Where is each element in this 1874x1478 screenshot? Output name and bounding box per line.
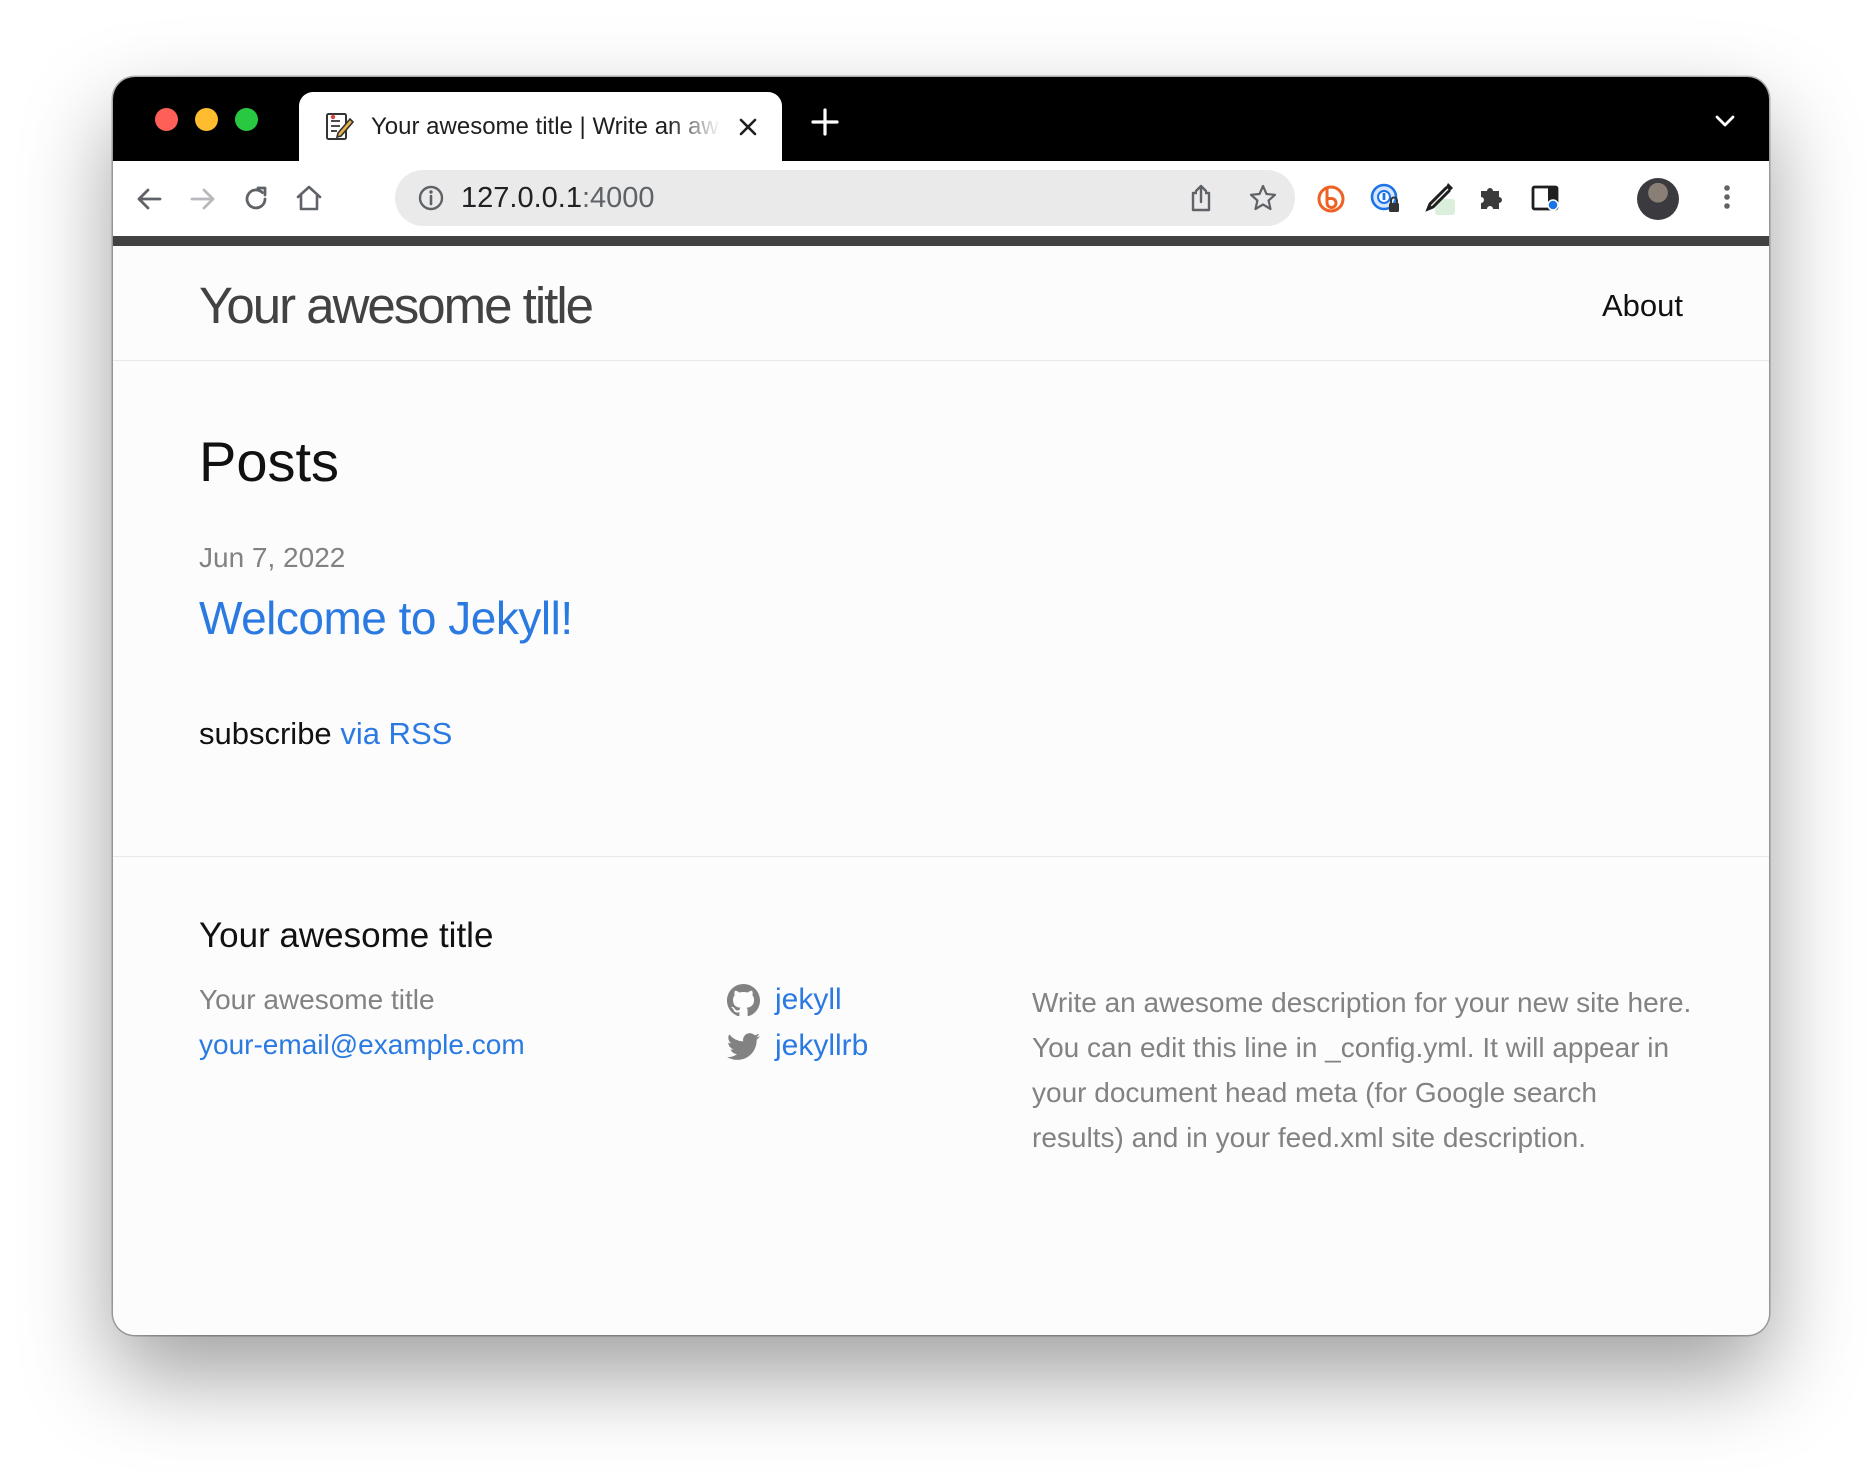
nav-about-link[interactable]: About — [1602, 286, 1683, 326]
minimize-window-button[interactable] — [195, 108, 218, 131]
home-icon[interactable] — [293, 182, 325, 214]
chevron-down-icon[interactable] — [1714, 114, 1736, 128]
site-info-icon[interactable] — [417, 184, 445, 212]
profile-avatar[interactable] — [1637, 178, 1679, 220]
side-panel-icon[interactable] — [1529, 182, 1561, 214]
subscribe-text: subscribe — [199, 716, 332, 751]
tab-strip: Your awesome title | Write an awesome de… — [113, 77, 1769, 161]
bitly-extension-icon[interactable] — [1315, 182, 1347, 214]
more-menu-icon[interactable] — [1711, 181, 1743, 213]
close-window-button[interactable] — [155, 108, 178, 131]
post-date: Jun 7, 2022 — [199, 542, 346, 573]
post-title-link[interactable]: Welcome to Jekyll! — [199, 590, 573, 646]
close-tab-icon[interactable] — [736, 115, 760, 139]
browser-window: Your awesome title | Write an awesome de… — [113, 77, 1769, 1335]
address-bar[interactable]: 127.0.0.1:4000 — [395, 170, 1295, 226]
active-tab[interactable]: Your awesome title | Write an awesome de… — [299, 92, 782, 161]
url-text[interactable]: 127.0.0.1:4000 — [461, 180, 655, 216]
back-arrow-icon[interactable] — [133, 183, 165, 215]
site-title-link[interactable]: Your awesome title — [199, 274, 594, 338]
bookmark-star-icon[interactable] — [1248, 183, 1278, 213]
footer-site-name: Your awesome title — [199, 984, 435, 1015]
site-description: Write an awesome description for your ne… — [1032, 987, 1692, 1153]
twitter-link[interactable]: jekyllrb — [727, 1026, 868, 1066]
twitter-username: jekyllrb — [775, 1029, 869, 1062]
share-icon[interactable] — [1186, 183, 1216, 213]
rss-link[interactable]: via RSS — [340, 716, 452, 751]
posts-heading: Posts — [199, 430, 340, 493]
twitter-icon — [727, 1032, 760, 1060]
reload-icon[interactable] — [240, 183, 272, 215]
github-icon — [727, 983, 760, 1016]
new-tab-plus-icon[interactable] — [810, 107, 840, 137]
zoom-window-button[interactable] — [235, 108, 258, 131]
password-manager-icon[interactable] — [1369, 182, 1401, 214]
forward-arrow-icon[interactable] — [187, 183, 219, 215]
footer-heading: Your awesome title — [199, 916, 494, 955]
site-header-top-border — [113, 236, 1769, 246]
browser-toolbar: 127.0.0.1:4000 — [113, 161, 1769, 236]
footer-email-link[interactable]: your-email@example.com — [199, 1025, 525, 1065]
tab-title: Your awesome title | Write an awesome de… — [371, 113, 721, 140]
subscribe-line: subscribe via RSS — [199, 714, 452, 754]
header-divider — [113, 360, 1769, 361]
color-picker-icon[interactable] — [1422, 179, 1458, 217]
url-port: :4000 — [581, 182, 655, 214]
github-username: jekyll — [775, 983, 842, 1016]
url-host: 127.0.0.1 — [461, 182, 582, 214]
extensions-puzzle-icon[interactable] — [1475, 182, 1507, 214]
page-content: Your awesome title About Posts Jun 7, 20… — [113, 246, 1769, 1335]
github-link[interactable]: jekyll — [727, 980, 842, 1020]
document-pencil-icon — [326, 113, 355, 140]
footer-divider — [113, 856, 1769, 857]
